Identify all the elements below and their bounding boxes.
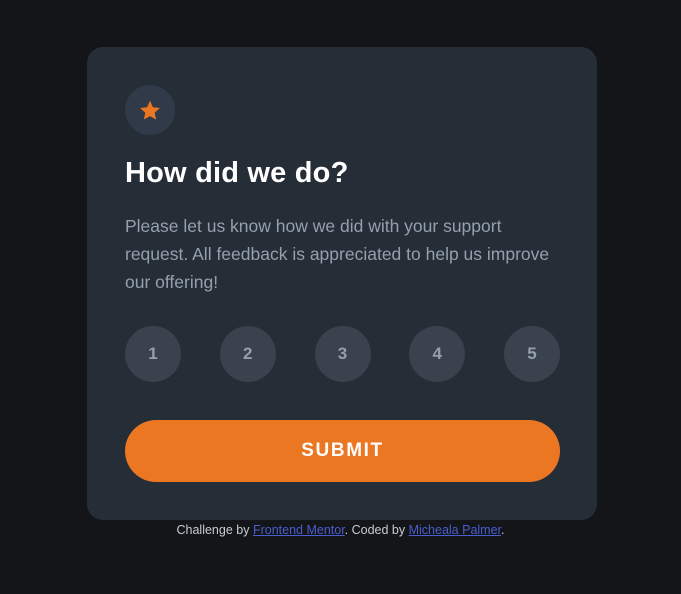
attribution-prefix: Challenge by — [176, 523, 253, 537]
rating-options: 1 2 3 4 5 — [125, 326, 560, 382]
card-title: How did we do? — [125, 157, 349, 189]
rating-button-4[interactable]: 4 — [409, 326, 466, 382]
rating-button-3[interactable]: 3 — [314, 326, 371, 382]
star-icon-badge — [125, 85, 175, 135]
attribution-middle: . Coded by — [344, 523, 409, 537]
rating-button-2[interactable]: 2 — [219, 326, 276, 382]
rating-button-5[interactable]: 5 — [504, 326, 560, 382]
attribution-suffix: . — [501, 523, 505, 537]
star-icon — [140, 100, 160, 120]
author-link[interactable]: Micheala Palmer — [409, 523, 501, 537]
submit-button[interactable]: SUBMIT — [125, 420, 560, 482]
rating-button-1[interactable]: 1 — [125, 326, 181, 382]
rating-card: How did we do? Please let us know how we… — [87, 47, 597, 520]
frontend-mentor-link[interactable]: Frontend Mentor — [253, 523, 345, 537]
attribution: Challenge by Frontend Mentor. Coded by M… — [0, 520, 681, 540]
card-description: Please let us know how we did with your … — [125, 216, 550, 292]
